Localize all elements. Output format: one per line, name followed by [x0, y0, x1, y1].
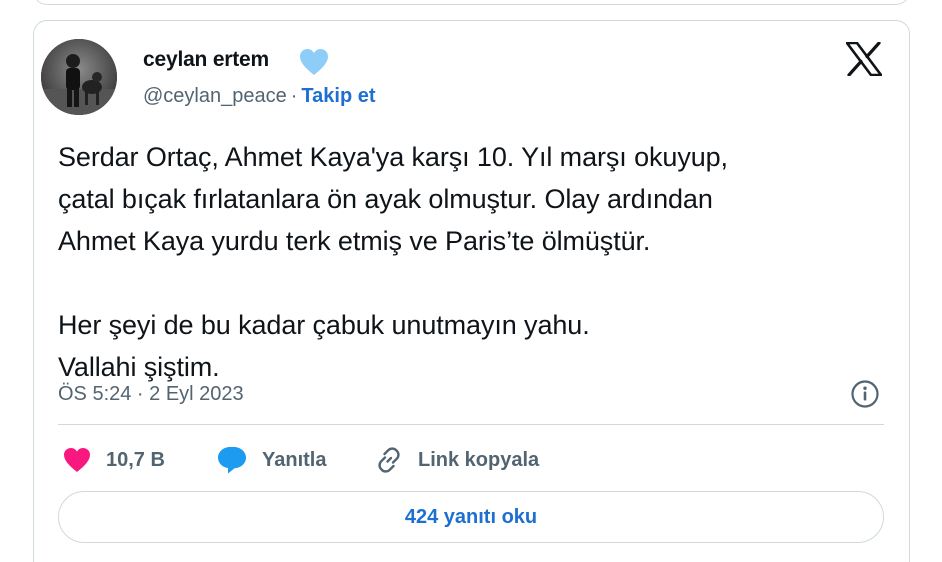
link-icon [378, 447, 400, 473]
tweet-line: Ahmet Kaya yurdu terk etmiş ve Paris’te … [58, 226, 651, 256]
separator-dot: · [290, 85, 298, 107]
like-count: 10,7 B [106, 448, 165, 471]
tweet-line: Serdar Ortaç, Ahmet Kaya'ya karşı 10. Yı… [58, 142, 728, 172]
read-replies-button[interactable]: 424 yanıtı oku [58, 491, 884, 543]
previous-embed-card [33, 0, 910, 5]
avatar[interactable] [41, 39, 117, 115]
x-logo-icon[interactable] [845, 41, 883, 77]
author-handle[interactable]: @ceylan_peace [143, 85, 287, 107]
author-name[interactable]: ceylan ertem [143, 47, 269, 73]
follow-button[interactable]: Takip et [301, 85, 375, 107]
reply-label: Yanıtla [262, 448, 327, 471]
tweet-line: Her şeyi de bu kadar çabuk unutmayın yah… [58, 310, 590, 340]
like-button[interactable]: 10,7 B [62, 444, 165, 476]
tweet-timestamp[interactable]: ÖS 5:24 · 2 Eyl 2023 [58, 380, 244, 408]
heart-icon [64, 448, 90, 472]
info-icon[interactable] [850, 379, 880, 409]
tweet-line: çatal bıçak fırlatanlara ön ayak olmuştu… [58, 184, 713, 214]
handle-row: @ceylan_peace · Takip et [143, 84, 376, 108]
page: ceylan ertem @ceylan_peace · Takip et Serd… [0, 0, 942, 562]
read-replies-label: 424 yanıtı oku [404, 505, 538, 528]
divider [58, 424, 884, 425]
light-blue-heart-icon [299, 48, 329, 76]
copy-link-button[interactable]: Link kopyala [374, 444, 539, 476]
tweet-text: Serdar Ortaç, Ahmet Kaya'ya karşı 10. Yı… [58, 136, 888, 388]
reply-button[interactable]: Yanıtla [216, 444, 326, 476]
speech-bubble-icon [218, 447, 246, 474]
profile-photo [41, 39, 117, 115]
copy-link-label: Link kopyala [418, 448, 540, 471]
